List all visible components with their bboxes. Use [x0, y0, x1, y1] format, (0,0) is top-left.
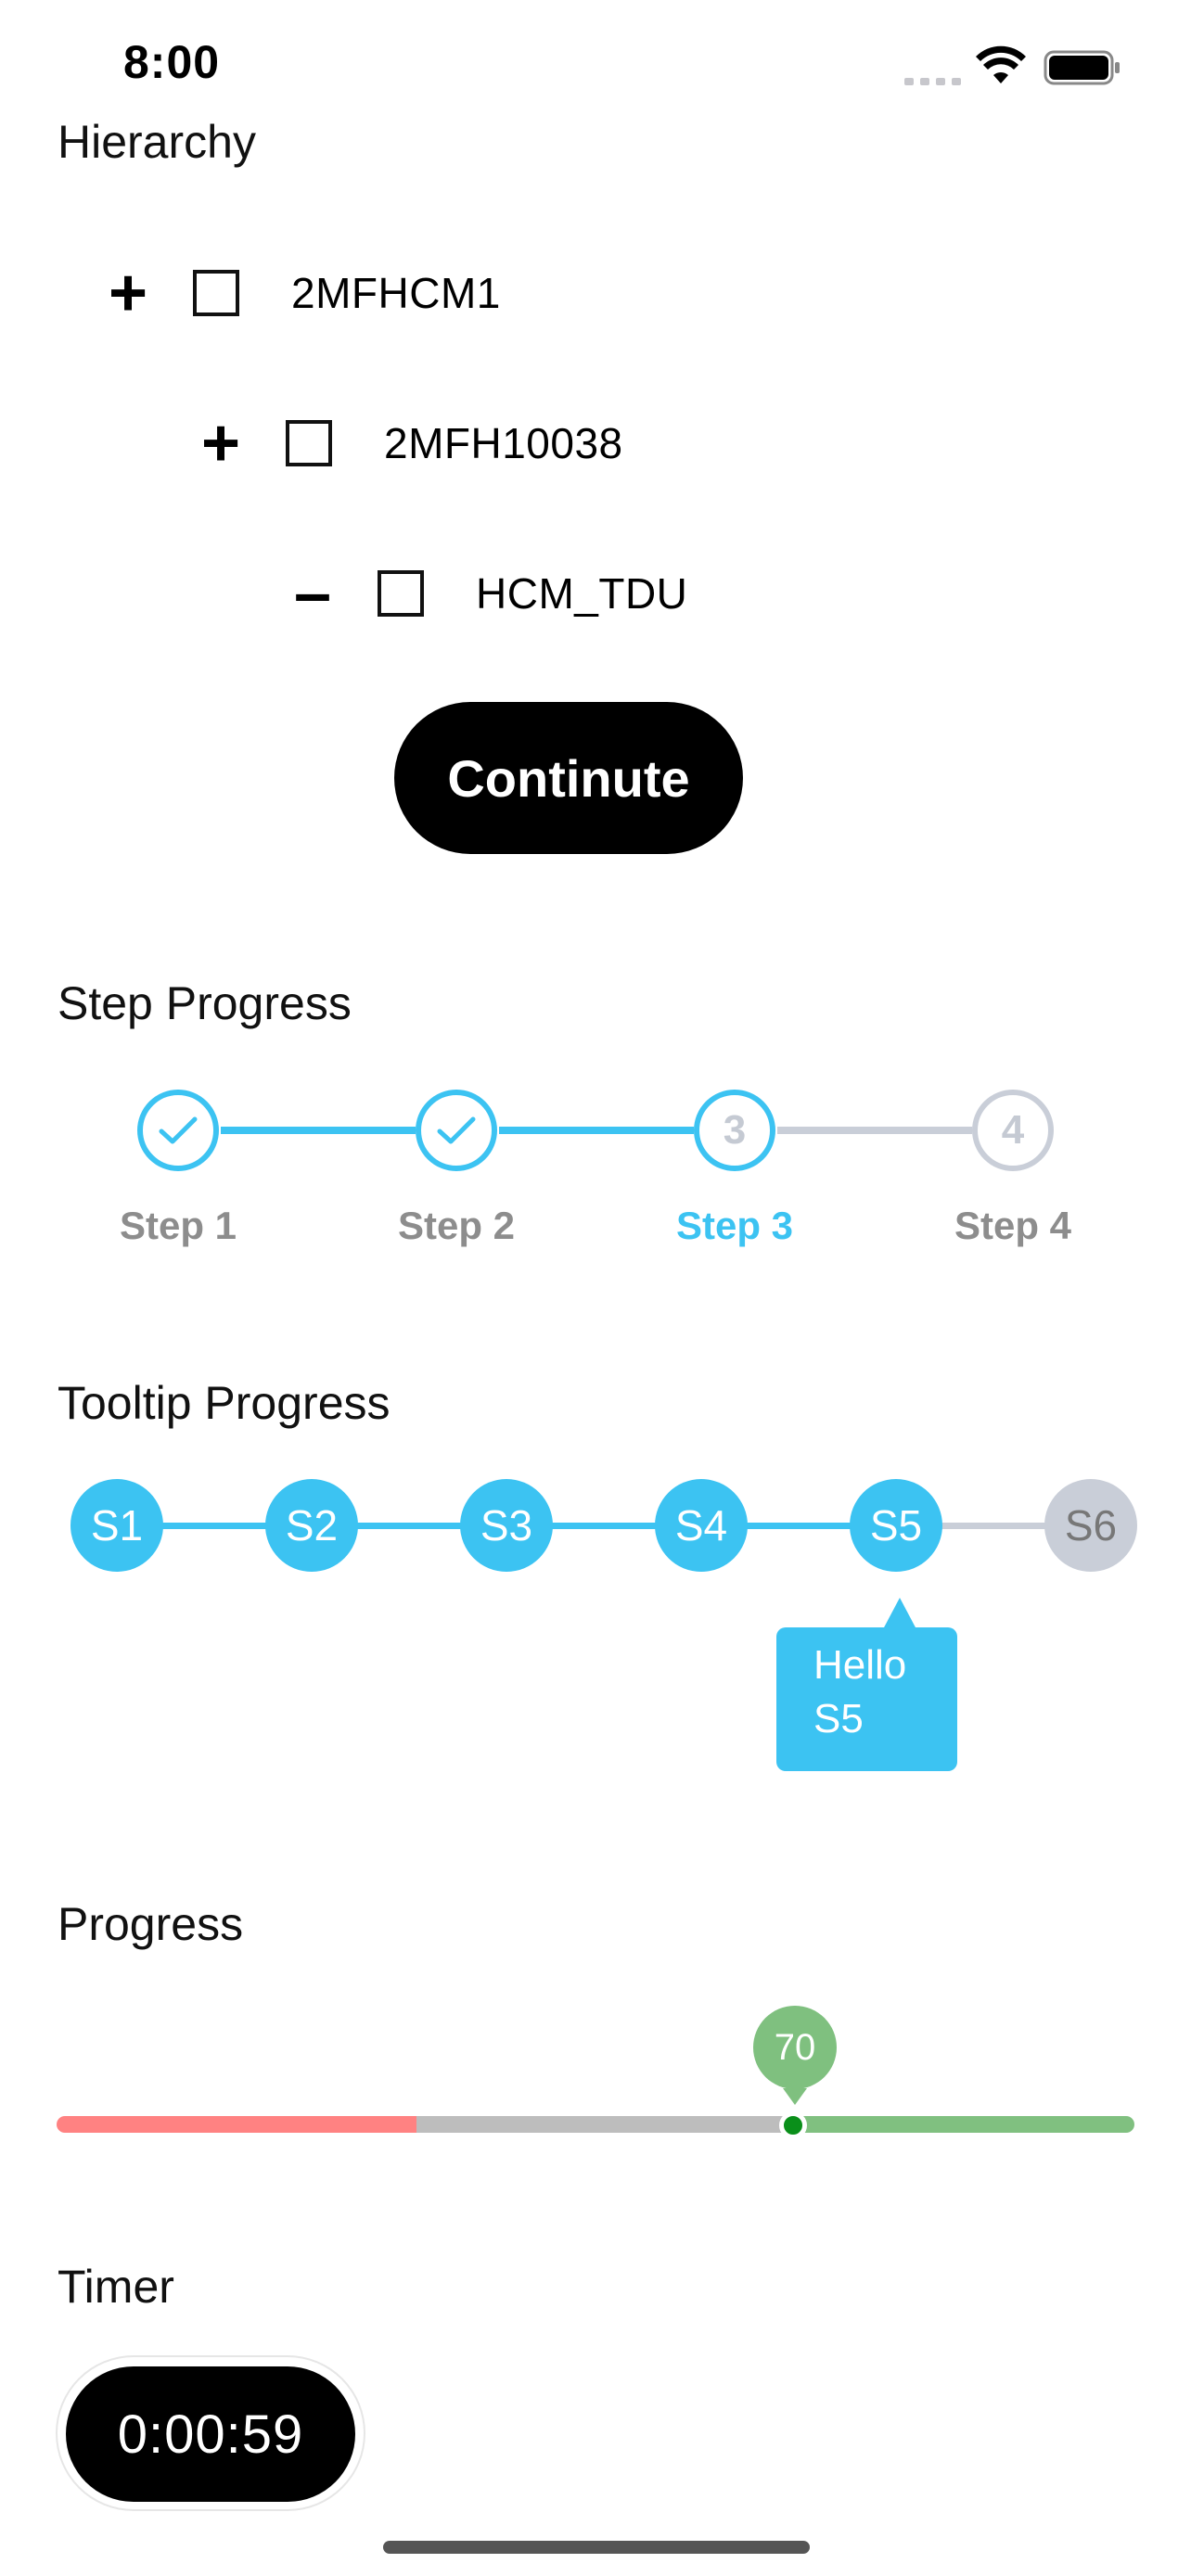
tree-node: – HCM_TDU — [285, 556, 687, 631]
hierarchy-title: Hierarchy — [58, 116, 256, 168]
status-time: 8:00 — [123, 36, 221, 88]
collapse-toggle[interactable]: – — [285, 560, 340, 627]
tree-node-label: 2MFH10038 — [384, 419, 623, 467]
tooltip-progress-title: Tooltip Progress — [58, 1377, 391, 1429]
tree-node-label: HCM_TDU — [476, 569, 688, 618]
tooltip-step-node[interactable]: S1 — [70, 1479, 163, 1572]
step-label: Step 4 — [954, 1204, 1072, 1247]
checkmark-icon — [437, 1116, 476, 1144]
step-connector — [221, 1127, 416, 1134]
step-node-2[interactable] — [416, 1090, 497, 1171]
step-node-1[interactable] — [137, 1090, 219, 1171]
step-label: Step 1 — [119, 1204, 237, 1247]
step-connector — [777, 1127, 972, 1134]
step-label: Step 3 — [675, 1204, 794, 1247]
progress-value-pointer — [783, 2088, 807, 2105]
step-node-4[interactable]: 4 — [972, 1090, 1054, 1171]
checkmark-icon — [159, 1116, 198, 1144]
progress-track-mid — [416, 2116, 793, 2133]
wifi-icon — [976, 45, 1026, 83]
tooltip-step-node[interactable]: S5 — [850, 1479, 942, 1572]
tooltip-text-line: Hello — [813, 1642, 907, 1688]
tree-node: + 2MFH10038 — [193, 406, 623, 480]
tree-node-checkbox[interactable] — [286, 420, 332, 466]
tree-node-checkbox[interactable] — [378, 570, 424, 617]
progress-track-high — [793, 2116, 1134, 2133]
expand-toggle[interactable]: + — [193, 410, 249, 477]
tree-node: + 2MFHCM1 — [100, 256, 501, 330]
step-progress-title: Step Progress — [58, 977, 352, 1029]
continue-button[interactable]: Continute — [394, 702, 743, 854]
expand-toggle[interactable]: + — [100, 260, 156, 326]
timer-display[interactable]: 0:00:59 — [66, 2366, 355, 2502]
tooltip-step-node[interactable]: S2 — [265, 1479, 358, 1572]
step-connector — [499, 1127, 694, 1134]
progress-thumb[interactable] — [779, 2111, 807, 2139]
timer-title: Timer — [58, 2261, 174, 2313]
tree-node-checkbox[interactable] — [193, 270, 239, 316]
tooltip-step-node[interactable]: S3 — [460, 1479, 553, 1572]
step-tooltip: Hello S5 — [776, 1627, 957, 1771]
step-label: Step 2 — [397, 1204, 516, 1247]
battery-icon — [1044, 50, 1120, 85]
progress-title: Progress — [58, 1898, 244, 1950]
tooltip-step-node[interactable]: S4 — [655, 1479, 748, 1572]
home-indicator[interactable] — [383, 2541, 810, 2554]
cellular-signal-icon — [904, 74, 962, 85]
tooltip-step-node[interactable]: S6 — [1044, 1479, 1137, 1572]
progress-track-low — [57, 2116, 416, 2133]
tooltip-text-line: S5 — [813, 1696, 864, 1741]
step-node-3[interactable]: 3 — [694, 1090, 775, 1171]
progress-value-bubble: 70 — [753, 2006, 837, 2089]
tree-node-label: 2MFHCM1 — [291, 269, 501, 317]
tooltip-arrow — [883, 1598, 916, 1629]
